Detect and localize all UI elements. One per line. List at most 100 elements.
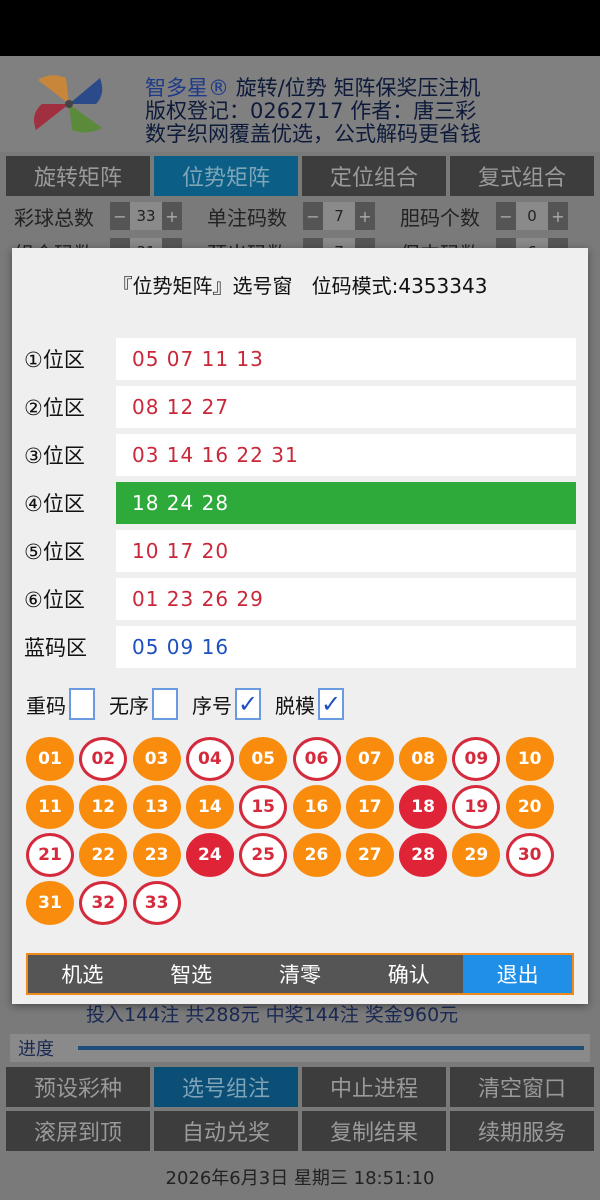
tab-position-combo[interactable]: 定位组合 [302,156,446,196]
status-bar [0,0,600,56]
number-ball-06[interactable]: 06 [292,737,341,781]
number-picker-dialog: 『位势矩阵』选号窗 位码模式:4353343 ①位区 05 07 11 13 ②… [12,248,588,1004]
header-line-1: 智多星® 旋转/位势 矩阵保奖压注机 [145,76,480,100]
number-ball-12[interactable]: 12 [79,785,128,829]
plus-button[interactable]: + [548,202,568,230]
number-ball-15[interactable]: 15 [239,785,288,829]
number-ball-33[interactable]: 33 [132,881,181,925]
confirm-button[interactable]: 确认 [354,955,463,993]
number-ball-11[interactable]: 11 [26,785,74,829]
bottom-buttons-row-1: 预设彩种 选号组注 中止进程 清空窗口 [6,1067,594,1107]
zone-row-3: ③位区 03 14 16 22 31 [24,434,576,476]
number-ball-04[interactable]: 04 [185,737,234,781]
zone-numbers-field-active[interactable]: 18 24 28 [116,482,576,524]
number-ball-32[interactable]: 32 [79,881,128,925]
number-ball-21[interactable]: 21 [26,833,74,877]
zone-label: ①位区 [24,348,85,372]
stop-process-button[interactable]: 中止进程 [302,1067,446,1107]
option-repeat: 重码 [26,688,95,720]
zone-numbers-field[interactable]: 01 23 26 29 [116,578,576,620]
number-ball-02[interactable]: 02 [79,737,128,781]
zone-row-4: ④位区 18 24 28 [24,482,576,524]
clear-button[interactable]: 清零 [246,955,355,993]
number-ball-28[interactable]: 28 [399,833,448,877]
select-and-combine-button[interactable]: 选号组注 [154,1067,298,1107]
number-ball-03[interactable]: 03 [132,737,181,781]
options-row: 重码 无序 序号 ✓ 脱模 ✓ [26,686,358,722]
number-ball-10[interactable]: 10 [505,737,554,781]
copy-result-button[interactable]: 复制结果 [302,1111,446,1151]
mode-tabs: 旋转矩阵 位势矩阵 定位组合 复式组合 [6,156,594,196]
number-ball-05[interactable]: 05 [239,737,288,781]
number-ball-09[interactable]: 09 [452,737,501,781]
zone-numbers-field[interactable]: 03 14 16 22 31 [116,434,576,476]
stepper-label: 彩球总数 [14,205,94,230]
number-ball-31[interactable]: 31 [26,881,74,925]
option-serial: 序号 ✓ [192,688,261,720]
option-detach: 脱模 ✓ [275,688,344,720]
stepper-value: 0 [516,202,548,230]
repeat-checkbox[interactable] [69,688,95,720]
unordered-checkbox[interactable] [152,688,178,720]
exit-button[interactable]: 退出 [463,955,572,993]
plus-button[interactable]: + [355,202,375,230]
number-ball-24[interactable]: 24 [185,833,234,877]
number-ball-22[interactable]: 22 [79,833,128,877]
number-ball-19[interactable]: 19 [452,785,501,829]
brand-name: 智多星® [145,76,229,100]
clear-window-button[interactable]: 清空窗口 [450,1067,594,1107]
number-ball-16[interactable]: 16 [292,785,341,829]
zone-row-6: ⑥位区 01 23 26 29 [24,578,576,620]
number-ball-23[interactable]: 23 [132,833,181,877]
action-bar: 机选 智选 清零 确认 退出 [26,953,574,995]
renew-service-button[interactable]: 续期服务 [450,1111,594,1151]
header-line-2: 版权登记：0262717 作者：唐三彩 [145,99,477,123]
bottom-buttons-row-2: 滚屏到顶 自动兑奖 复制结果 续期服务 [6,1111,594,1151]
stepper-value: 33 [130,202,162,230]
serial-checkbox[interactable]: ✓ [235,688,261,720]
tab-multiple-combo[interactable]: 复式组合 [450,156,594,196]
zone-label: ③位区 [24,444,85,468]
zone-numbers-field[interactable]: 05 07 11 13 [116,338,576,380]
preset-lottery-button[interactable]: 预设彩种 [6,1067,150,1107]
datetime-footer: 2026年6月3日 星期三 18:51:10 [165,1168,435,1189]
pinwheel-logo-icon [34,75,103,133]
number-ball-25[interactable]: 25 [239,833,288,877]
number-ball-08[interactable]: 08 [399,737,448,781]
detach-checkbox[interactable]: ✓ [318,688,344,720]
minus-button[interactable]: − [303,202,323,230]
zone-label: ⑤位区 [24,540,85,564]
stepper-row-1: 彩球总数 − 33 + 单注码数 − 7 + 胆码个数 − 0 + [14,200,594,232]
smart-pick-button[interactable]: 智选 [137,955,246,993]
progress-row: 进度 [10,1034,590,1062]
number-ball-30[interactable]: 30 [505,833,554,877]
number-ball-01[interactable]: 01 [26,737,74,781]
number-ball-29[interactable]: 29 [452,833,501,877]
option-label: 重码 [26,693,66,718]
minus-button[interactable]: − [110,202,130,230]
zone-numbers-field[interactable]: 08 12 27 [116,386,576,428]
number-ball-20[interactable]: 20 [505,785,554,829]
tab-position-matrix[interactable]: 位势矩阵 [154,156,298,196]
plus-button[interactable]: + [162,202,182,230]
number-ball-07[interactable]: 07 [345,737,394,781]
number-ball-26[interactable]: 26 [292,833,341,877]
number-ball-18[interactable]: 18 [399,785,448,829]
scroll-to-top-button[interactable]: 滚屏到顶 [6,1111,150,1151]
minus-button[interactable]: − [496,202,516,230]
option-label: 无序 [109,693,149,718]
auto-redeem-button[interactable]: 自动兑奖 [154,1111,298,1151]
zone-numbers-field[interactable]: 10 17 20 [116,530,576,572]
blue-zone-numbers-field[interactable]: 05 09 16 [116,626,576,668]
zone-row-blue: 蓝码区 05 09 16 [24,626,576,668]
option-unordered: 无序 [109,688,178,720]
number-ball-27[interactable]: 27 [345,833,394,877]
dialog-title: 『位势矩阵』选号窗 位码模式:4353343 [112,274,488,298]
number-ball-13[interactable]: 13 [132,785,181,829]
number-ball-14[interactable]: 14 [185,785,234,829]
tab-rotation-matrix[interactable]: 旋转矩阵 [6,156,150,196]
stepper-ball-total: 彩球总数 − 33 + [14,202,207,231]
number-ball-17[interactable]: 17 [345,785,394,829]
progress-fill [78,1046,584,1050]
random-pick-button[interactable]: 机选 [28,955,137,993]
